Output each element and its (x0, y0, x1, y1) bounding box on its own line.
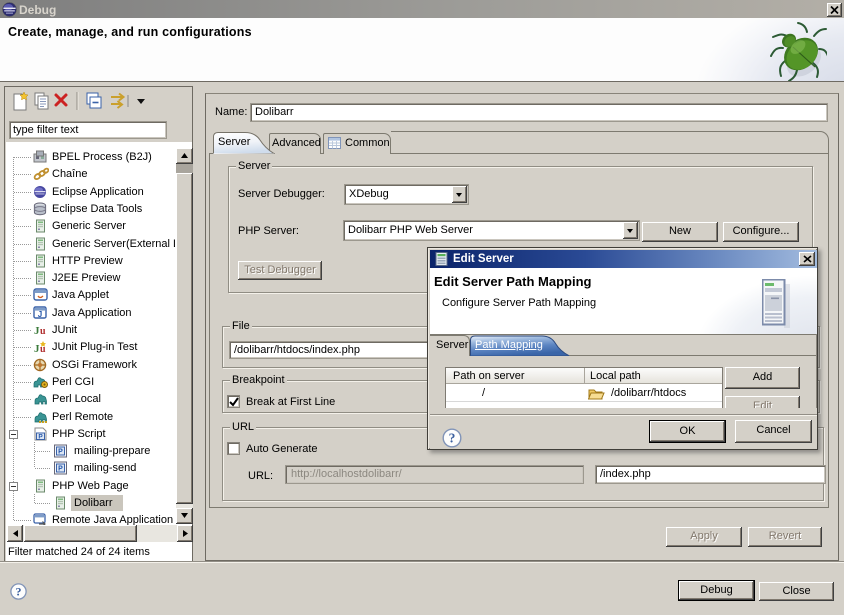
svg-text:P: P (38, 434, 43, 441)
svg-text:?: ? (16, 585, 22, 599)
svg-text:u: u (40, 326, 46, 337)
svg-text:?: ? (449, 431, 456, 446)
svg-text:J: J (38, 310, 42, 319)
svg-text:P: P (58, 466, 63, 473)
svg-text:P: P (58, 449, 63, 456)
